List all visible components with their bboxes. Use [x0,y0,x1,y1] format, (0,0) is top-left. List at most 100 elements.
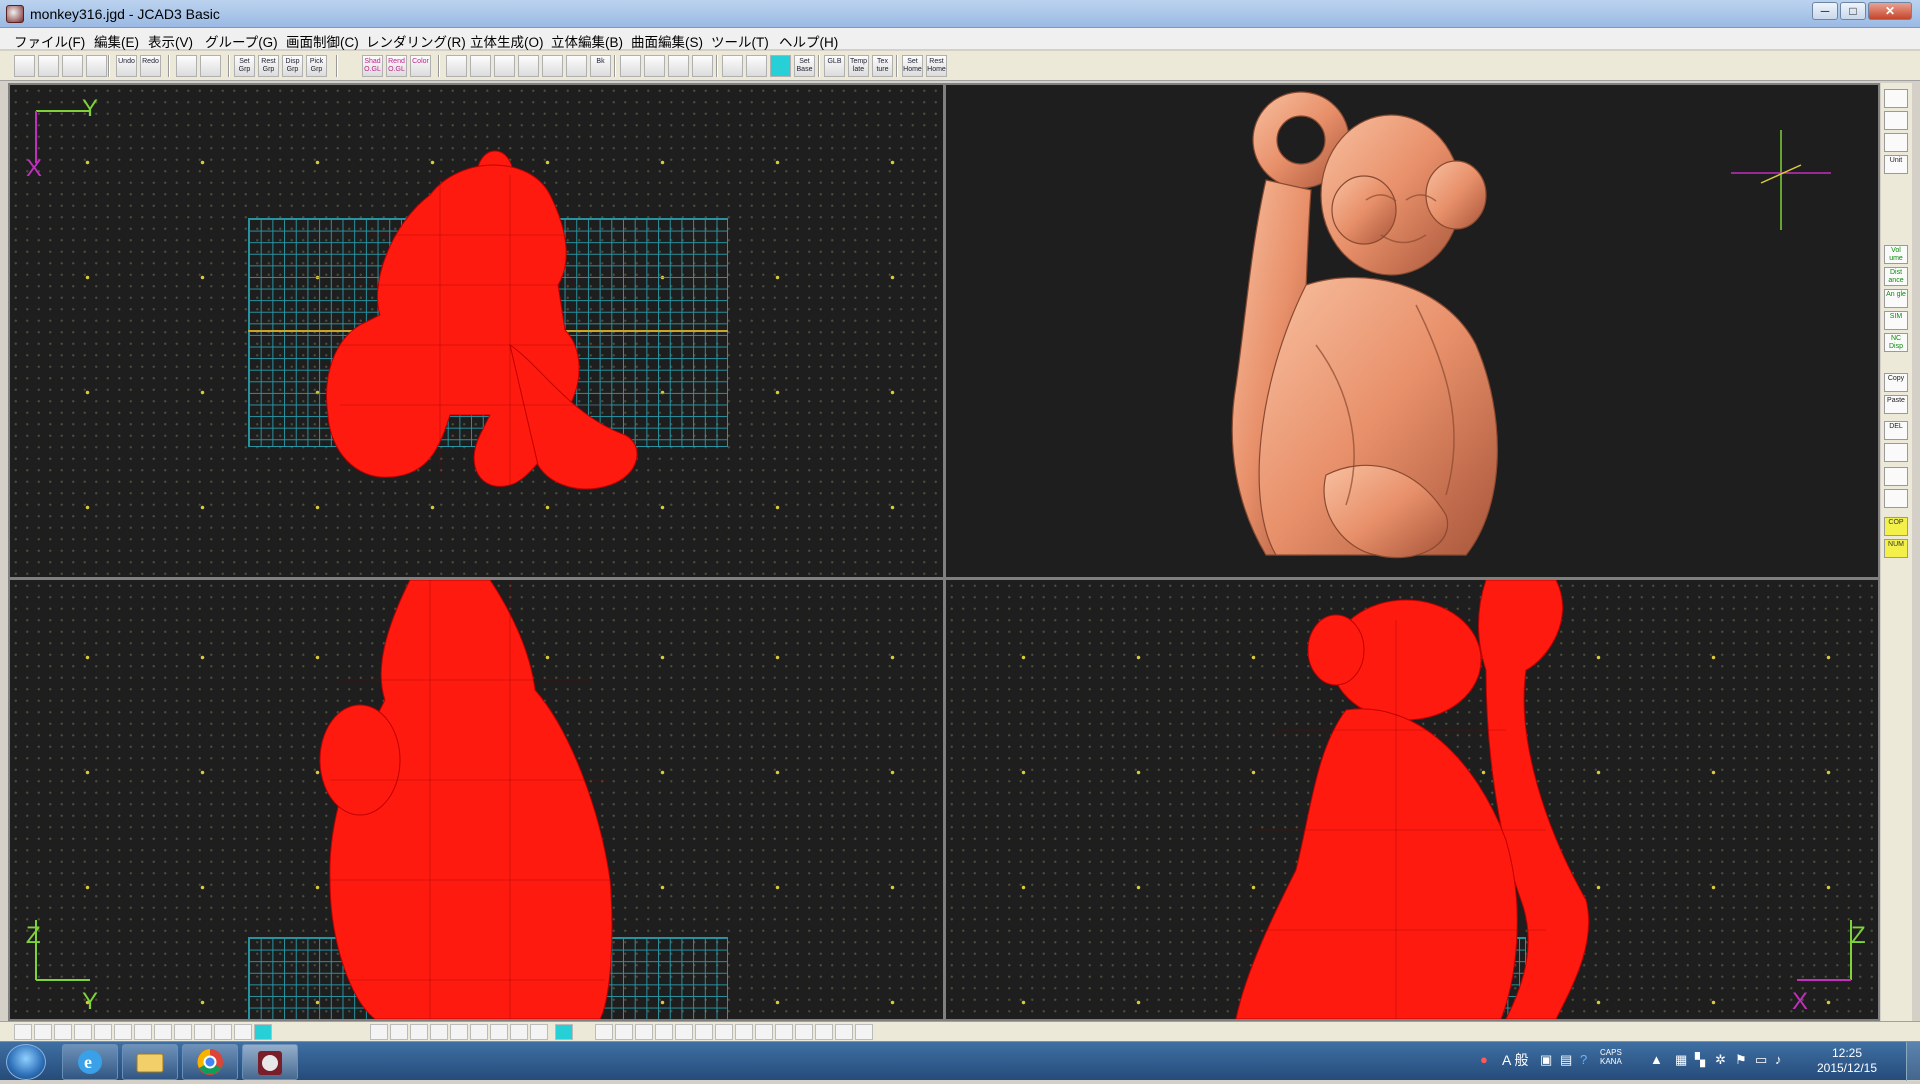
tools-icon[interactable] [1884,467,1908,486]
grid-icon[interactable] [722,55,743,77]
active-grid-icon[interactable] [770,55,791,77]
menu-tools[interactable]: ツール(T) [711,31,769,51]
tool-14-icon[interactable] [370,1024,388,1040]
chrome-icon[interactable] [182,1044,238,1080]
tool-3-icon[interactable] [54,1024,72,1040]
menu-screen-control[interactable]: 画面制御(C) [286,31,359,51]
copy-icon[interactable]: Copy [1884,373,1908,392]
texture-icon[interactable]: Tex ture [872,55,893,77]
color-icon[interactable]: Color [410,55,431,77]
volume-icon[interactable]: ♪ [1775,1052,1782,1067]
start-button[interactable] [6,1044,46,1080]
tool-15-icon[interactable] [390,1024,408,1040]
group-icon[interactable] [176,55,197,77]
windows-icon[interactable]: ▚ [1695,1052,1705,1068]
printer-3d-icon[interactable] [1884,111,1908,130]
ime-dict-icon[interactable]: ▤ [1560,1052,1572,1068]
pick-group-icon[interactable]: Pick Grp [306,55,327,77]
pan-hand-icon[interactable] [566,55,587,77]
jcad3-icon[interactable] [242,1044,298,1080]
tool-37-icon[interactable] [855,1024,873,1040]
tool-4-icon[interactable] [74,1024,92,1040]
view-eye-icon[interactable] [1884,89,1908,108]
angle-icon[interactable]: An gle [1884,289,1908,308]
tool-30-icon[interactable] [715,1024,733,1040]
reset-home-icon[interactable]: Rest Home [926,55,947,77]
menu-help[interactable]: ヘルプ(H) [779,31,838,51]
tool-22-icon[interactable] [530,1024,548,1040]
tool-13-icon[interactable] [254,1024,272,1040]
zoom-in-icon[interactable] [446,55,467,77]
global-icon[interactable]: GLB [824,55,845,77]
delete-icon[interactable]: DEL [1884,421,1908,440]
tool-35-icon[interactable] [815,1024,833,1040]
tool-11-icon[interactable] [214,1024,232,1040]
tool-2-icon[interactable] [34,1024,52,1040]
tool-21-icon[interactable] [510,1024,528,1040]
tool-12-icon[interactable] [234,1024,252,1040]
tool-23-icon[interactable] [555,1024,573,1040]
tool-5-icon[interactable] [94,1024,112,1040]
viewport-side[interactable]: Z X [946,580,1878,1019]
view-rotate-icon[interactable] [668,55,689,77]
print-icon[interactable] [86,55,107,77]
tool-34-icon[interactable] [795,1024,813,1040]
menu-solid-edit[interactable]: 立体編集(B) [551,31,623,51]
notification-icon[interactable]: ● [1480,1052,1488,1067]
ime-indicator[interactable]: A 般 [1502,1050,1528,1070]
distance-icon[interactable]: Dist ance [1884,267,1908,286]
tool-8-icon[interactable] [154,1024,172,1040]
shade-opengl-icon[interactable]: Shad O.GL [362,55,383,77]
ime-tool-icon[interactable]: ▣ [1540,1052,1552,1068]
tool-36-icon[interactable] [835,1024,853,1040]
tool-1-icon[interactable] [14,1024,32,1040]
viewport-front[interactable]: Z Y [10,580,943,1019]
zoom-window-icon[interactable] [518,55,539,77]
maximize-button[interactable]: □ [1840,2,1866,20]
zoom-out-icon[interactable] [470,55,491,77]
show-desktop-button[interactable] [1906,1042,1920,1081]
tool-28-icon[interactable] [675,1024,693,1040]
undo-icon[interactable]: Undo [116,55,137,77]
tool-10-icon[interactable] [194,1024,212,1040]
tool-18-icon[interactable] [450,1024,468,1040]
num-icon[interactable]: NUM [1884,539,1908,558]
tool-31-icon[interactable] [735,1024,753,1040]
display-group-icon[interactable]: Disp Grp [282,55,303,77]
menu-view[interactable]: 表示(V) [148,31,193,51]
tool-7-icon[interactable] [134,1024,152,1040]
internet-explorer-icon[interactable]: e [62,1044,118,1080]
tool-25-icon[interactable] [615,1024,633,1040]
unit-icon[interactable]: Unit [1884,155,1908,174]
tool-9-icon[interactable] [174,1024,192,1040]
set-group-icon[interactable]: Set Grp [234,55,255,77]
close-button[interactable]: ✕ [1868,2,1912,20]
app-icon[interactable] [6,5,24,23]
save-icon[interactable] [62,55,83,77]
tool-32-icon[interactable] [755,1024,773,1040]
snap-grid-icon[interactable] [746,55,767,77]
open-folder-icon[interactable] [38,55,59,77]
menu-rendering[interactable]: レンダリング(R) [366,31,466,51]
tree-icon[interactable] [1884,489,1908,508]
redo-icon[interactable]: Redo [140,55,161,77]
help-icon[interactable]: ? [1580,1052,1587,1067]
tool-26-icon[interactable] [635,1024,653,1040]
tool-16-icon[interactable] [410,1024,428,1040]
tool-6-icon[interactable] [114,1024,132,1040]
template-icon[interactable]: Temp late [848,55,869,77]
tool-24-icon[interactable] [595,1024,613,1040]
set-home-icon[interactable]: Set Home [902,55,923,77]
tool-33-icon[interactable] [775,1024,793,1040]
nc-display-icon[interactable]: NC Disp [1884,333,1908,352]
viewport-top[interactable]: Y X [10,85,943,577]
tool-29-icon[interactable] [695,1024,713,1040]
tool-20-icon[interactable] [490,1024,508,1040]
back-view-icon[interactable]: Bk [590,55,611,77]
tool-19-icon[interactable] [470,1024,488,1040]
tray-expand-icon[interactable]: ▲ [1650,1052,1663,1067]
render-opengl-icon[interactable]: Rend O.GL [386,55,407,77]
rotate-right-icon[interactable] [644,55,665,77]
window-icon[interactable] [1884,443,1908,462]
zoom-fit-icon[interactable] [494,55,515,77]
